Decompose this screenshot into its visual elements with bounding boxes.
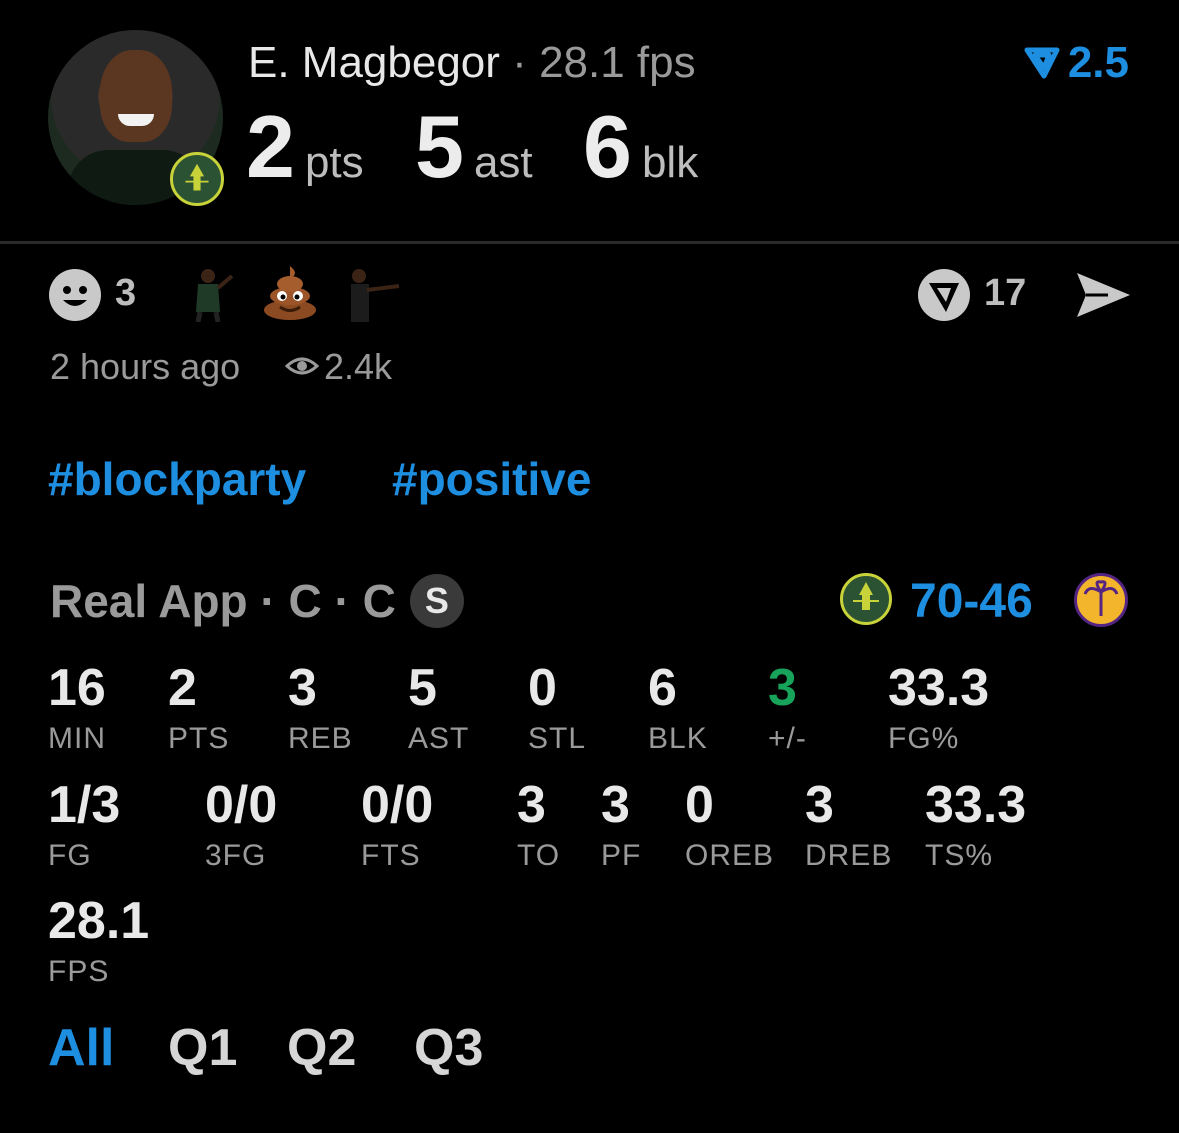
big-stat-value: 5	[415, 97, 464, 196]
stat-value: 28.1	[48, 892, 150, 950]
stat-label: FPS	[48, 955, 110, 988]
stat-label: TS%	[925, 839, 994, 872]
fps-text: 28.1 fps	[539, 38, 696, 87]
stat-value: 3	[601, 776, 630, 834]
stat-label: DREB	[805, 839, 893, 872]
stat-pf: 3 PF	[601, 779, 641, 873]
eye-icon	[285, 357, 319, 375]
rating-value: 2.5	[1067, 38, 1129, 87]
away-team-logo-icon[interactable]	[1074, 573, 1128, 627]
name-separator: ·	[512, 38, 527, 87]
stat-label: MIN	[48, 722, 106, 755]
big-stat-unit: blk	[641, 138, 699, 187]
stat-3fg: 0/0 3FG	[205, 779, 277, 873]
player-name[interactable]: E. Magbegor	[248, 38, 500, 87]
stat-label: OREB	[685, 839, 775, 872]
tab-all[interactable]: All	[48, 1018, 114, 1078]
team-logo-icon	[170, 152, 224, 206]
big-stat-value: 2	[246, 97, 295, 196]
stat-fg-pct: 33.3 FG%	[888, 662, 989, 756]
view-count: 2.4k	[324, 346, 393, 387]
stat-value: 5	[408, 659, 437, 717]
player-gif-reaction-icon[interactable]	[182, 262, 238, 322]
stat-value: 0	[528, 659, 557, 717]
stat-reb: 3 REB	[288, 662, 353, 756]
tab-q1[interactable]: Q1	[168, 1018, 237, 1078]
stat-value: 2	[168, 659, 197, 717]
stat-pts: 2 PTS	[168, 662, 229, 756]
tab-q2[interactable]: Q2	[287, 1018, 356, 1078]
stat-stl: 0 STL	[528, 662, 586, 756]
post-timestamp: 2 hours ago	[50, 346, 241, 387]
stat-value: 3	[805, 776, 834, 834]
stat-label: BLK	[648, 722, 708, 755]
tab-q3[interactable]: Q3	[414, 1018, 483, 1078]
stat-value: 33.3	[925, 776, 1027, 834]
player-name-line[interactable]: E. Magbegor · 28.1 fps	[248, 38, 696, 88]
stat-value: 0/0	[205, 776, 278, 834]
stat-value: 6	[648, 659, 677, 717]
stat-value: 0	[685, 776, 714, 834]
stat-value: 33.3	[888, 659, 990, 717]
stat-min: 16 MIN	[48, 662, 106, 756]
stat-label: STL	[528, 722, 587, 755]
stat-blk: 6 BLK	[648, 662, 708, 756]
stat-fps: 28.1 FPS	[48, 895, 149, 989]
stat-dreb: 3 DREB	[805, 779, 892, 873]
stat-value: 0/0	[361, 776, 434, 834]
big-stat-value: 6	[583, 97, 632, 196]
stat-label: +/-	[768, 722, 807, 755]
big-stat-ast: 5 ast	[415, 96, 533, 198]
stat-value: 3	[768, 659, 797, 717]
stat-ts-pct: 33.3 TS%	[925, 779, 1026, 873]
big-stat-blk: 6 blk	[583, 96, 698, 198]
big-stat-unit: ast	[473, 138, 533, 187]
stat-fts: 0/0 FTS	[361, 779, 433, 873]
rating-badge[interactable]: 2.5	[1024, 38, 1129, 88]
stat-label: AST	[408, 722, 470, 755]
add-reaction-icon[interactable]	[48, 268, 102, 322]
game-score[interactable]: 70-46	[910, 574, 1033, 629]
stat-fg: 1/3 FG	[48, 779, 120, 873]
stat-oreb: 0 OREB	[685, 779, 774, 873]
game-source-line: Real App · C · C S	[50, 574, 464, 628]
stat-label: FG	[48, 839, 92, 872]
stat-label: FTS	[361, 839, 421, 872]
stat-value: 3	[517, 776, 546, 834]
big-stat-pts: 2 pts	[246, 96, 364, 198]
stat-label: PTS	[168, 722, 230, 755]
home-team-logo-icon[interactable]	[840, 573, 892, 625]
stat-label: FG%	[888, 722, 960, 755]
share-send-icon[interactable]	[1074, 270, 1132, 320]
game-source: Real App · C · C	[50, 575, 396, 627]
big-stat-unit: pts	[304, 138, 364, 187]
rating-logo-icon	[1024, 47, 1060, 79]
stat-value: 1/3	[48, 776, 121, 834]
comment-icon[interactable]	[917, 268, 971, 322]
reaction-count: 3	[115, 272, 137, 314]
stat-value: 16	[48, 659, 106, 717]
hashtag-link[interactable]: #blockparty	[48, 452, 306, 506]
stat-label: 3FG	[205, 839, 267, 872]
poop-emoji-icon[interactable]	[262, 262, 318, 322]
player-gif-reaction-icon[interactable]	[345, 262, 401, 322]
hashtag-link[interactable]: #positive	[392, 452, 591, 506]
stat-label: REB	[288, 722, 353, 755]
stat-plus-minus: 3 +/-	[768, 662, 807, 756]
stat-to: 3 TO	[517, 779, 560, 873]
stat-value: 3	[288, 659, 317, 717]
comment-count: 17	[984, 272, 1027, 314]
header-divider	[0, 241, 1179, 244]
stat-ast: 5 AST	[408, 662, 469, 756]
stat-label: TO	[517, 839, 561, 872]
season-badge: S	[409, 574, 464, 628]
stat-label: PF	[601, 839, 642, 872]
